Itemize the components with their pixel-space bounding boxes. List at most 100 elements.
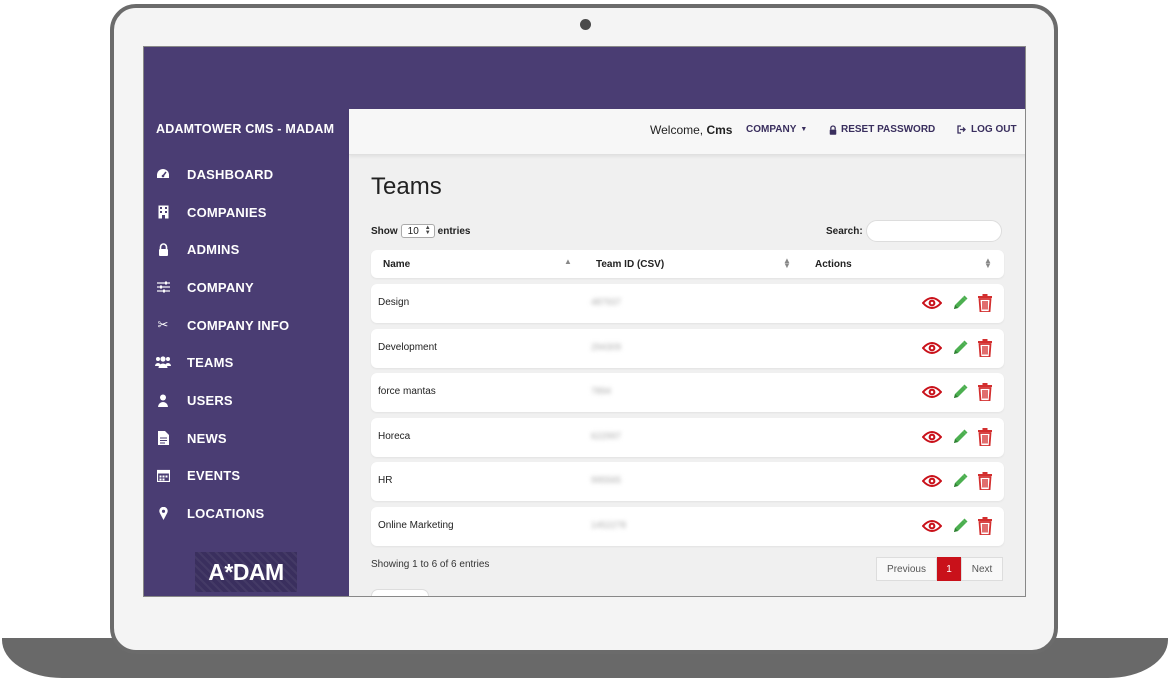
- sliders-icon: [155, 279, 171, 295]
- entries-length-control: Show 10 ▲ ▼ entries: [371, 224, 470, 238]
- top-header: Welcome, Cms COMPANY ▼ RESET PASSWORD LO…: [349, 109, 1025, 155]
- view-icon[interactable]: [921, 385, 943, 405]
- reset-password-label: RESET PASSWORD: [841, 124, 936, 135]
- sidebar-item-label: LOCATIONS: [187, 505, 265, 521]
- welcome-user: Cms: [706, 123, 733, 137]
- sidebar-item-company-info[interactable]: ✂ COMPANY INFO: [144, 310, 349, 340]
- column-header-team-id[interactable]: Team ID (CSV): [596, 259, 664, 270]
- view-icon[interactable]: [921, 296, 943, 316]
- sign-out-icon: [957, 125, 966, 134]
- sidebar-item-teams[interactable]: TEAMS: [144, 347, 349, 377]
- team-id: 995565: [591, 475, 622, 485]
- team-id: 622997: [591, 430, 622, 441]
- view-icon[interactable]: [921, 341, 943, 361]
- team-name: HR: [378, 475, 393, 486]
- edit-icon[interactable]: [951, 339, 971, 359]
- table-row: Design 487937: [371, 284, 1004, 323]
- table-row: Online Marketing 1452278: [371, 506, 1004, 546]
- brand-title: ADAMTOWER CMS - MADAM: [156, 122, 335, 136]
- team-id: 487937: [591, 297, 622, 307]
- sidebar-item-companies[interactable]: COMPANIES: [144, 197, 349, 227]
- updown-icon: ▲ ▼: [424, 225, 431, 236]
- table-row: force mantas 7894: [371, 373, 1004, 412]
- sidebar-item-label: EVENTS: [187, 467, 241, 483]
- screen: ADAMTOWER CMS - MADAM DASHBOARD COMPANIE…: [143, 46, 1026, 597]
- edit-icon[interactable]: [951, 294, 971, 314]
- search-input[interactable]: [866, 220, 1002, 242]
- view-icon[interactable]: [921, 519, 943, 539]
- scissors-icon: ✂: [157, 317, 169, 332]
- top-band: [144, 47, 1025, 109]
- delete-icon[interactable]: [977, 338, 997, 359]
- lock-icon: [155, 241, 171, 257]
- sort-both-icon: ▲ ▼: [984, 256, 992, 270]
- company-dropdown-label: COMPANY: [746, 124, 797, 135]
- lock-icon: [829, 124, 837, 135]
- sidebar-item-locations[interactable]: LOCATIONS: [144, 498, 349, 528]
- user-icon: [155, 392, 171, 408]
- sidebar-item-dashboard[interactable]: DASHBOARD: [144, 159, 349, 189]
- document-icon: [155, 430, 171, 446]
- next-page-button[interactable]: Next: [961, 557, 1003, 581]
- page-1-button[interactable]: 1: [937, 557, 961, 581]
- sidebar-item-label: COMPANIES: [187, 204, 267, 220]
- table-row: HR 995565: [371, 462, 1004, 501]
- logout-label: LOG OUT: [971, 124, 1017, 135]
- edit-icon[interactable]: [951, 383, 971, 403]
- view-icon[interactable]: [921, 430, 943, 450]
- entries-select[interactable]: 10 ▲ ▼: [400, 224, 435, 238]
- team-id: 1452278: [591, 519, 627, 530]
- users-group-icon: [155, 354, 171, 370]
- welcome-text: Welcome, Cms: [650, 123, 732, 137]
- sidebar-item-admins[interactable]: ADMINS: [144, 234, 349, 264]
- delete-icon[interactable]: [977, 516, 997, 537]
- table-row: Development 294309: [371, 328, 1004, 368]
- team-id: 294309: [591, 341, 622, 352]
- table-info: Showing 1 to 6 of 6 entries: [371, 559, 490, 570]
- sidebar-item-label: COMPANY INFO: [187, 317, 290, 333]
- entries-select-value: 10: [407, 225, 419, 237]
- reset-password-link[interactable]: RESET PASSWORD: [829, 124, 935, 135]
- welcome-prefix: Welcome,: [650, 123, 707, 137]
- edit-icon[interactable]: [951, 428, 971, 448]
- pagination: Previous 1 Next: [876, 557, 1003, 581]
- table-header: Name ▲ Team ID (CSV) ▲ ▼ Actions ▲ ▼: [371, 250, 1004, 278]
- entries-label: entries: [437, 225, 471, 237]
- edit-icon[interactable]: [951, 472, 971, 492]
- building-icon: [155, 204, 171, 220]
- sidebar-item-label: ADMINS: [187, 241, 240, 257]
- sidebar-item-company[interactable]: COMPANY: [144, 272, 349, 302]
- caret-down-icon: ▼: [800, 126, 808, 133]
- sidebar-item-label: NEWS: [187, 430, 227, 446]
- add-button-partial[interactable]: [371, 589, 429, 596]
- sidebar-item-users[interactable]: USERS: [144, 385, 349, 415]
- calendar-icon: [155, 467, 171, 483]
- column-header-name[interactable]: Name: [383, 259, 410, 270]
- delete-icon[interactable]: [977, 472, 997, 492]
- dashboard-icon: [155, 166, 171, 182]
- logout-link[interactable]: LOG OUT: [957, 124, 1017, 135]
- previous-page-button[interactable]: Previous: [876, 557, 937, 581]
- sort-asc-icon: ▲: [564, 257, 572, 266]
- page-title: Teams: [371, 173, 442, 200]
- sidebar-item-news[interactable]: NEWS: [144, 423, 349, 453]
- map-marker-icon: [155, 505, 171, 521]
- team-name: force mantas: [378, 386, 436, 397]
- camera-icon: [580, 19, 591, 30]
- adam-logo: A*DAM: [195, 552, 297, 592]
- sidebar-item-label: TEAMS: [187, 354, 234, 370]
- edit-icon[interactable]: [951, 517, 971, 537]
- team-name: Online Marketing: [378, 519, 454, 531]
- delete-icon[interactable]: [977, 427, 997, 448]
- sort-both-icon: ▲ ▼: [783, 256, 791, 270]
- delete-icon[interactable]: [977, 294, 997, 314]
- sidebar-item-events[interactable]: EVENTS: [144, 460, 349, 490]
- show-label: Show: [371, 225, 398, 237]
- sidebar-item-label: USERS: [187, 392, 233, 408]
- table-row: Horeca 622997: [371, 417, 1004, 457]
- column-header-actions[interactable]: Actions: [815, 259, 852, 270]
- delete-icon[interactable]: [977, 383, 997, 403]
- view-icon[interactable]: [921, 474, 943, 494]
- company-dropdown[interactable]: COMPANY ▼: [746, 124, 807, 135]
- team-id: 7894: [591, 386, 612, 396]
